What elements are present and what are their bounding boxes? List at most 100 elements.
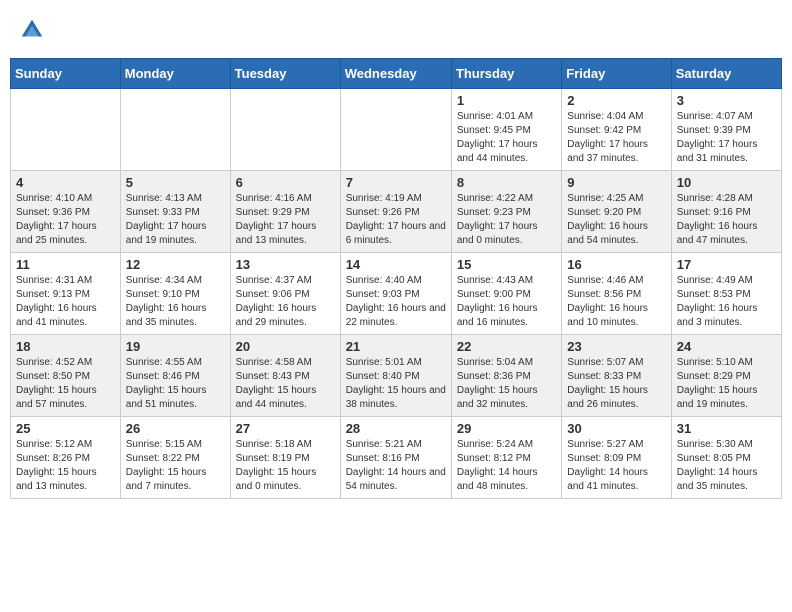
day-number: 20 bbox=[236, 339, 335, 354]
calendar-cell: 9 Sunrise: 4:25 AMSunset: 9:20 PMDaylight… bbox=[562, 171, 671, 253]
day-number: 3 bbox=[677, 93, 776, 108]
day-info: Sunrise: 4:28 AMSunset: 9:16 PMDaylight:… bbox=[677, 192, 776, 248]
calendar-cell: 22 Sunrise: 5:04 AMSunset: 8:36 PMDayligh… bbox=[451, 335, 561, 417]
day-number: 28 bbox=[346, 421, 446, 436]
calendar-cell: 3 Sunrise: 4:07 AMSunset: 9:39 PMDaylight… bbox=[671, 89, 781, 171]
calendar-week-row: 25 Sunrise: 5:12 AMSunset: 8:26 PMDayligh… bbox=[11, 417, 782, 499]
calendar-cell: 5 Sunrise: 4:13 AMSunset: 9:33 PMDaylight… bbox=[120, 171, 230, 253]
day-number: 21 bbox=[346, 339, 446, 354]
day-number: 16 bbox=[567, 257, 665, 272]
calendar-cell: 25 Sunrise: 5:12 AMSunset: 8:26 PMDayligh… bbox=[11, 417, 121, 499]
calendar-cell: 19 Sunrise: 4:55 AMSunset: 8:46 PMDayligh… bbox=[120, 335, 230, 417]
day-info: Sunrise: 5:18 AMSunset: 8:19 PMDaylight:… bbox=[236, 438, 335, 494]
day-info: Sunrise: 5:07 AMSunset: 8:33 PMDaylight:… bbox=[567, 356, 665, 412]
calendar-cell bbox=[230, 89, 340, 171]
calendar-cell: 24 Sunrise: 5:10 AMSunset: 8:29 PMDayligh… bbox=[671, 335, 781, 417]
calendar-cell: 21 Sunrise: 5:01 AMSunset: 8:40 PMDayligh… bbox=[340, 335, 451, 417]
day-number: 22 bbox=[457, 339, 556, 354]
calendar-cell: 28 Sunrise: 5:21 AMSunset: 8:16 PMDayligh… bbox=[340, 417, 451, 499]
day-info: Sunrise: 4:25 AMSunset: 9:20 PMDaylight:… bbox=[567, 192, 665, 248]
calendar-cell: 29 Sunrise: 5:24 AMSunset: 8:12 PMDayligh… bbox=[451, 417, 561, 499]
day-info: Sunrise: 4:46 AMSunset: 8:56 PMDaylight:… bbox=[567, 274, 665, 330]
calendar-cell: 6 Sunrise: 4:16 AMSunset: 9:29 PMDaylight… bbox=[230, 171, 340, 253]
calendar-cell: 23 Sunrise: 5:07 AMSunset: 8:33 PMDayligh… bbox=[562, 335, 671, 417]
day-number: 31 bbox=[677, 421, 776, 436]
day-number: 13 bbox=[236, 257, 335, 272]
day-info: Sunrise: 4:19 AMSunset: 9:26 PMDaylight:… bbox=[346, 192, 446, 248]
calendar-week-row: 4Sunrise: 4:10 AMSunset: 9:36 PMDaylight… bbox=[11, 171, 782, 253]
day-number: 9 bbox=[567, 175, 665, 190]
calendar-week-row: 18 Sunrise: 4:52 AMSunset: 8:50 PMDayligh… bbox=[11, 335, 782, 417]
calendar-cell: 16 Sunrise: 4:46 AMSunset: 8:56 PMDayligh… bbox=[562, 253, 671, 335]
calendar-cell: 20Sunrise: 4:58 AMSunset: 8:43 PMDayligh… bbox=[230, 335, 340, 417]
calendar-cell: 12 Sunrise: 4:34 AMSunset: 9:10 PMDayligh… bbox=[120, 253, 230, 335]
calendar-cell: 17 Sunrise: 4:49 AMSunset: 8:53 PMDayligh… bbox=[671, 253, 781, 335]
day-number: 2 bbox=[567, 93, 665, 108]
day-info: Sunrise: 4:31 AMSunset: 9:13 PMDaylight:… bbox=[16, 274, 115, 330]
calendar-header-thursday: Thursday bbox=[451, 59, 561, 89]
day-info: Sunrise: 4:13 AMSunset: 9:33 PMDaylight:… bbox=[126, 192, 225, 248]
day-info: Sunrise: 4:52 AMSunset: 8:50 PMDaylight:… bbox=[16, 356, 115, 412]
day-info: Sunrise: 4:40 AMSunset: 9:03 PMDaylight:… bbox=[346, 274, 446, 330]
day-info: Sunrise: 4:55 AMSunset: 8:46 PMDaylight:… bbox=[126, 356, 225, 412]
day-number: 24 bbox=[677, 339, 776, 354]
calendar-table: SundayMondayTuesdayWednesdayThursdayFrid… bbox=[10, 58, 782, 499]
day-number: 27 bbox=[236, 421, 335, 436]
calendar-cell bbox=[120, 89, 230, 171]
calendar-header-friday: Friday bbox=[562, 59, 671, 89]
calendar-cell: 10Sunrise: 4:28 AMSunset: 9:16 PMDayligh… bbox=[671, 171, 781, 253]
calendar-cell: 1Sunrise: 4:01 AMSunset: 9:45 PMDaylight… bbox=[451, 89, 561, 171]
calendar-cell bbox=[340, 89, 451, 171]
day-number: 15 bbox=[457, 257, 556, 272]
header bbox=[10, 10, 782, 50]
calendar-cell: 4Sunrise: 4:10 AMSunset: 9:36 PMDaylight… bbox=[11, 171, 121, 253]
day-info: Sunrise: 5:27 AMSunset: 8:09 PMDaylight:… bbox=[567, 438, 665, 494]
day-info: Sunrise: 4:49 AMSunset: 8:53 PMDaylight:… bbox=[677, 274, 776, 330]
calendar-cell: 18 Sunrise: 4:52 AMSunset: 8:50 PMDayligh… bbox=[11, 335, 121, 417]
calendar-header-row: SundayMondayTuesdayWednesdayThursdayFrid… bbox=[11, 59, 782, 89]
calendar-cell: 13 Sunrise: 4:37 AMSunset: 9:06 PMDayligh… bbox=[230, 253, 340, 335]
calendar-cell: 14 Sunrise: 4:40 AMSunset: 9:03 PMDayligh… bbox=[340, 253, 451, 335]
day-number: 5 bbox=[126, 175, 225, 190]
calendar-cell: 31 Sunrise: 5:30 AMSunset: 8:05 PMDayligh… bbox=[671, 417, 781, 499]
day-number: 29 bbox=[457, 421, 556, 436]
logo bbox=[18, 16, 48, 44]
day-info: Sunrise: 5:10 AMSunset: 8:29 PMDaylight:… bbox=[677, 356, 776, 412]
calendar-cell: 26 Sunrise: 5:15 AMSunset: 8:22 PMDayligh… bbox=[120, 417, 230, 499]
day-number: 4 bbox=[16, 175, 115, 190]
calendar-cell: 11Sunrise: 4:31 AMSunset: 9:13 PMDayligh… bbox=[11, 253, 121, 335]
day-info: Sunrise: 5:21 AMSunset: 8:16 PMDaylight:… bbox=[346, 438, 446, 494]
calendar-cell bbox=[11, 89, 121, 171]
day-number: 12 bbox=[126, 257, 225, 272]
day-info: Sunrise: 4:04 AMSunset: 9:42 PMDaylight:… bbox=[567, 110, 665, 166]
calendar-header-sunday: Sunday bbox=[11, 59, 121, 89]
day-number: 26 bbox=[126, 421, 225, 436]
calendar-cell: 7 Sunrise: 4:19 AMSunset: 9:26 PMDaylight… bbox=[340, 171, 451, 253]
day-number: 14 bbox=[346, 257, 446, 272]
day-info: Sunrise: 4:07 AMSunset: 9:39 PMDaylight:… bbox=[677, 110, 776, 166]
day-number: 6 bbox=[236, 175, 335, 190]
day-info: Sunrise: 4:37 AMSunset: 9:06 PMDaylight:… bbox=[236, 274, 335, 330]
calendar-cell: 27 Sunrise: 5:18 AMSunset: 8:19 PMDayligh… bbox=[230, 417, 340, 499]
calendar-header-saturday: Saturday bbox=[671, 59, 781, 89]
day-info: Sunrise: 5:24 AMSunset: 8:12 PMDaylight:… bbox=[457, 438, 556, 494]
day-info: Sunrise: 5:15 AMSunset: 8:22 PMDaylight:… bbox=[126, 438, 225, 494]
calendar-cell: 30Sunrise: 5:27 AMSunset: 8:09 PMDayligh… bbox=[562, 417, 671, 499]
day-info: Sunrise: 5:30 AMSunset: 8:05 PMDaylight:… bbox=[677, 438, 776, 494]
day-info: Sunrise: 5:01 AMSunset: 8:40 PMDaylight:… bbox=[346, 356, 446, 412]
day-number: 7 bbox=[346, 175, 446, 190]
calendar-header-wednesday: Wednesday bbox=[340, 59, 451, 89]
day-number: 17 bbox=[677, 257, 776, 272]
day-number: 23 bbox=[567, 339, 665, 354]
day-number: 18 bbox=[16, 339, 115, 354]
calendar-cell: 15Sunrise: 4:43 AMSunset: 9:00 PMDayligh… bbox=[451, 253, 561, 335]
calendar-week-row: 1Sunrise: 4:01 AMSunset: 9:45 PMDaylight… bbox=[11, 89, 782, 171]
day-number: 1 bbox=[457, 93, 556, 108]
day-number: 25 bbox=[16, 421, 115, 436]
day-info: Sunrise: 4:16 AMSunset: 9:29 PMDaylight:… bbox=[236, 192, 335, 248]
day-info: Sunrise: 4:34 AMSunset: 9:10 PMDaylight:… bbox=[126, 274, 225, 330]
day-info: Sunrise: 5:04 AMSunset: 8:36 PMDaylight:… bbox=[457, 356, 556, 412]
day-info: Sunrise: 5:12 AMSunset: 8:26 PMDaylight:… bbox=[16, 438, 115, 494]
calendar-cell: 8Sunrise: 4:22 AMSunset: 9:23 PMDaylight… bbox=[451, 171, 561, 253]
day-number: 19 bbox=[126, 339, 225, 354]
